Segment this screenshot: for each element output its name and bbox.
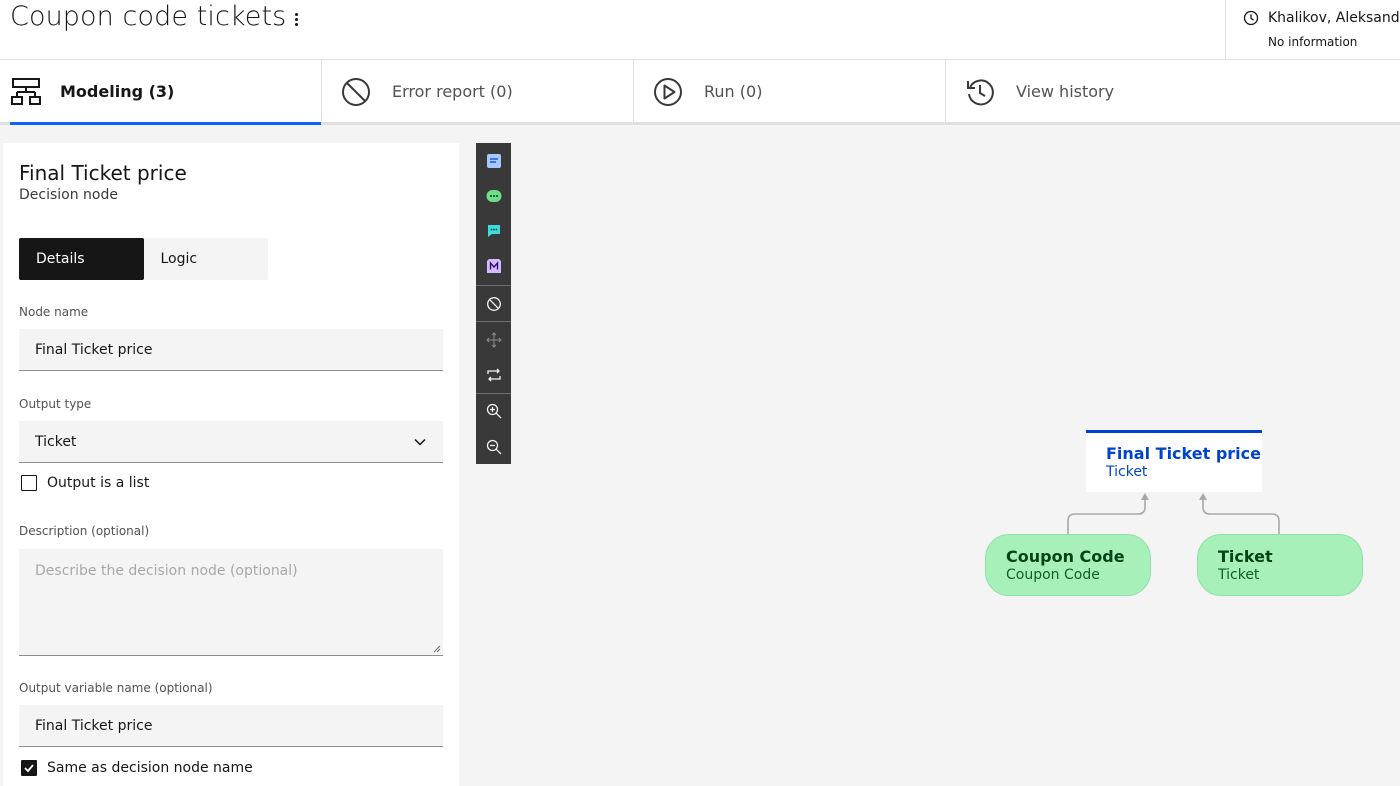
- error-prohibit-icon: [342, 78, 370, 106]
- tab-view-history-label: View history: [1016, 82, 1115, 101]
- output-type-select[interactable]: Ticket: [19, 421, 443, 463]
- output-type-label: Output type: [19, 397, 92, 411]
- input-node-title: Coupon Code: [1006, 547, 1125, 566]
- input-node-type: Ticket: [1218, 567, 1260, 583]
- input-node-ticket[interactable]: Ticket Ticket: [1197, 534, 1363, 596]
- main-tabs: Modeling (3) Error report (0) Run (0) Vi…: [0, 60, 1400, 125]
- workspace: Final Ticket price Decision node Details…: [0, 125, 1400, 786]
- output-var-label: Output variable name (optional): [19, 681, 213, 695]
- auto-arrange-button[interactable]: [476, 357, 511, 392]
- zoom-in-icon: [486, 403, 501, 418]
- zoom-in-button[interactable]: [476, 393, 511, 428]
- output-list-label: Output is a list: [47, 475, 150, 491]
- prohibit-icon: [486, 296, 501, 311]
- add-comment-button[interactable]: [476, 213, 511, 248]
- input-node-icon: [486, 189, 501, 202]
- decision-model-icon: [11, 78, 41, 105]
- node-name-input[interactable]: Final Ticket price: [19, 329, 443, 371]
- properties-panel: Final Ticket price Decision node Details…: [3, 143, 459, 786]
- panel-title: Final Ticket price: [19, 161, 187, 185]
- clock-icon: [1243, 10, 1259, 26]
- same-as-checkbox[interactable]: [21, 760, 37, 776]
- add-function-button[interactable]: [476, 248, 511, 283]
- description-textarea[interactable]: Describe the decision node (optional): [19, 549, 443, 656]
- add-note-button[interactable]: [476, 143, 511, 178]
- same-as-label: Same as decision node name: [47, 760, 253, 776]
- diagram-toolbar: [476, 143, 511, 464]
- resize-handle-icon[interactable]: [433, 645, 441, 653]
- disable-button[interactable]: [476, 286, 511, 321]
- output-type-value: Ticket: [35, 433, 77, 450]
- history-icon: [967, 79, 994, 106]
- switch-details[interactable]: Details: [19, 238, 144, 280]
- zoom-out-icon: [486, 439, 501, 454]
- tab-modeling[interactable]: Modeling (3): [0, 60, 322, 125]
- description-label: Description (optional): [19, 524, 150, 538]
- switch-logic[interactable]: Logic: [144, 238, 269, 280]
- move-button[interactable]: [476, 322, 511, 357]
- input-node-coupon-code[interactable]: Coupon Code Coupon Code: [985, 534, 1151, 596]
- arrange-icon: [486, 368, 501, 381]
- user-status: No information: [1268, 35, 1358, 49]
- diagram-canvas[interactable]: Final Ticket price Ticket Coupon Code Co…: [520, 125, 1400, 786]
- play-circle-icon: [654, 78, 682, 106]
- decision-node-title: Final Ticket price: [1106, 444, 1261, 463]
- connector-lines: [1067, 493, 1280, 534]
- output-list-checkbox-row[interactable]: Output is a list: [21, 475, 149, 491]
- app-header: Coupon code tickets Khalikov, Aleksandr …: [0, 0, 1400, 60]
- chevron-down-icon: [414, 438, 426, 446]
- input-node-type: Coupon Code: [1006, 567, 1100, 583]
- tab-run[interactable]: Run (0): [634, 60, 946, 122]
- tab-error-report-label: Error report (0): [392, 82, 513, 101]
- user-info[interactable]: Khalikov, Aleksandr No information: [1225, 0, 1400, 60]
- decision-node-final-ticket-price[interactable]: Final Ticket price Ticket: [1086, 430, 1262, 492]
- same-as-checkbox-row[interactable]: Same as decision node name: [21, 760, 253, 776]
- note-icon: [486, 153, 501, 168]
- comment-icon: [487, 224, 500, 237]
- decision-node-type: Ticket: [1106, 464, 1148, 480]
- zoom-out-button[interactable]: [476, 429, 511, 464]
- page-title: Coupon code tickets: [10, 1, 287, 32]
- function-icon: [486, 258, 501, 273]
- content-switcher: Details Logic: [19, 238, 268, 280]
- description-placeholder: Describe the decision node (optional): [35, 563, 298, 579]
- output-var-input[interactable]: Final Ticket price: [19, 705, 443, 747]
- move-icon: [485, 331, 502, 348]
- overflow-menu-icon[interactable]: [288, 9, 304, 29]
- checkmark-icon: [24, 764, 34, 773]
- tab-error-report[interactable]: Error report (0): [322, 60, 634, 122]
- node-name-label: Node name: [19, 305, 89, 319]
- tab-run-label: Run (0): [704, 82, 763, 101]
- panel-subtitle: Decision node: [19, 187, 118, 203]
- user-name: Khalikov, Aleksandr: [1268, 10, 1400, 26]
- output-list-checkbox[interactable]: [21, 475, 37, 491]
- tab-modeling-label: Modeling (3): [60, 82, 175, 101]
- add-input-node-button[interactable]: [476, 178, 511, 213]
- tab-view-history[interactable]: View history: [946, 60, 1400, 122]
- input-node-title: Ticket: [1218, 547, 1273, 566]
